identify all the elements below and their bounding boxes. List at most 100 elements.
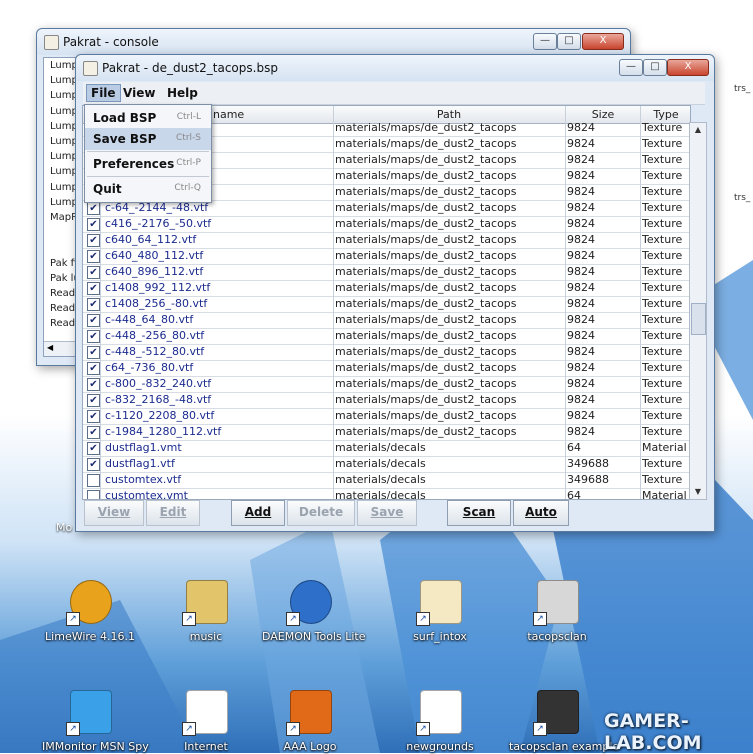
main-titlebar[interactable]: Pakrat - de_dust2_tacops.bsp — □ X: [76, 55, 714, 81]
cell-path: materials/maps/de_dust2_tacops: [335, 121, 517, 134]
checked-checkbox[interactable]: ✔: [87, 282, 100, 295]
menu-help[interactable]: Help: [163, 85, 202, 101]
desktop-icon-label: surf_intox: [413, 630, 467, 643]
cell-size: 9824: [567, 217, 595, 230]
table-row[interactable]: customtex.vtf materials/decals 349688 Textu…: [83, 472, 690, 489]
table-vertical-scrollbar[interactable]: ▲ ▼: [689, 122, 707, 500]
shortcut-arrow-icon: ↗: [533, 612, 547, 626]
view-button[interactable]: View: [84, 500, 144, 526]
cell-path: materials/maps/de_dust2_tacops: [335, 137, 517, 150]
checked-checkbox[interactable]: ✔: [87, 442, 100, 455]
table-row[interactable]: ✔ c640_896_112.vtf materials/maps/de_dust2…: [83, 264, 690, 281]
close-button[interactable]: X: [582, 33, 624, 50]
checked-checkbox[interactable]: ✔: [87, 218, 100, 231]
cell-size: 9824: [567, 361, 595, 374]
scroll-left-icon[interactable]: ◀: [47, 343, 53, 352]
cell-name: customtex.vtf: [105, 473, 182, 486]
desktop-icon[interactable]: ↗ newgrounds: [392, 688, 488, 753]
java-icon: [83, 61, 98, 76]
delete-button[interactable]: Delete: [287, 500, 355, 526]
desktop-icon[interactable]: ↗ LimeWire 4.16.1: [42, 578, 138, 643]
maximize-button[interactable]: □: [557, 33, 581, 50]
cell-type: Texture: [642, 425, 683, 438]
desktop-icon-label: tacopsclan example: [509, 740, 620, 753]
edit-button[interactable]: Edit: [146, 500, 200, 526]
console-line: Lump: [50, 90, 78, 102]
menu-item-load-bsp[interactable]: Load BSP Ctrl-L: [85, 107, 211, 129]
table-row[interactable]: ✔ c640_64_112.vtf materials/maps/de_dust2_…: [83, 232, 690, 249]
desktop-icon[interactable]: ↗ music: [158, 578, 254, 643]
checked-checkbox[interactable]: ✔: [87, 362, 100, 375]
unchecked-checkbox[interactable]: [87, 490, 100, 499]
daemon-tools-icon: ↗: [286, 578, 334, 626]
table-row[interactable]: ✔ c-448_64_80.vtf materials/maps/de_dust2_…: [83, 312, 690, 329]
menu-item-quit[interactable]: Quit Ctrl-Q: [85, 178, 211, 200]
checked-checkbox[interactable]: ✔: [87, 298, 100, 311]
cell-path: materials/maps/de_dust2_tacops: [335, 361, 517, 374]
main-title: Pakrat - de_dust2_tacops.bsp: [102, 61, 278, 75]
console-titlebar[interactable]: Pakrat - console — □ X: [37, 29, 630, 55]
table-row[interactable]: ✔ c-832_2168_-48.vtf materials/maps/de_dus…: [83, 392, 690, 409]
table-row[interactable]: ✔ c-1120_2208_80.vtf materials/maps/de_dus…: [83, 408, 690, 425]
table-row[interactable]: ✔ c-1984_1280_112.vtf materials/maps/de_du…: [83, 424, 690, 441]
checked-checkbox[interactable]: ✔: [87, 266, 100, 279]
table-row[interactable]: ✔ c-800_-832_240.vtf materials/maps/de_dus…: [83, 376, 690, 393]
checked-checkbox[interactable]: ✔: [87, 330, 100, 343]
checked-checkbox[interactable]: ✔: [87, 426, 100, 439]
desktop-icon[interactable]: ↗ AAA Logo: [262, 688, 358, 753]
checked-checkbox[interactable]: ✔: [87, 458, 100, 471]
minimize-button[interactable]: —: [619, 59, 643, 76]
checked-checkbox[interactable]: ✔: [87, 394, 100, 407]
checked-checkbox[interactable]: ✔: [87, 202, 100, 215]
desktop-icon[interactable]: ↗ tacopsclan: [509, 578, 605, 643]
table-row[interactable]: ✔ c1408_256_-80.vtf materials/maps/de_dust…: [83, 296, 690, 313]
cell-size: 9824: [567, 169, 595, 182]
minimize-button[interactable]: —: [533, 33, 557, 50]
table-row[interactable]: ✔ c64_-736_80.vtf materials/maps/de_dust2_…: [83, 360, 690, 377]
desktop-icon[interactable]: ↗ tacopsclan example: [509, 688, 620, 753]
table-row[interactable]: ✔ c640_480_112.vtf materials/maps/de_dust2…: [83, 248, 690, 265]
unchecked-checkbox[interactable]: [87, 474, 100, 487]
checked-checkbox[interactable]: ✔: [87, 250, 100, 263]
cell-type: Texture: [642, 265, 683, 278]
scroll-down-icon[interactable]: ▼: [690, 485, 706, 499]
save-button[interactable]: Save: [357, 500, 417, 526]
auto-button[interactable]: Auto: [513, 500, 569, 526]
cell-size: 9824: [567, 233, 595, 246]
cell-name: customtex.vmt: [105, 489, 188, 500]
shortcut-arrow-icon: ↗: [416, 612, 430, 626]
checked-checkbox[interactable]: ✔: [87, 410, 100, 423]
scroll-up-icon[interactable]: ▲: [690, 123, 706, 137]
maximize-button[interactable]: □: [643, 59, 667, 76]
menu-item-save-bsp[interactable]: Save BSP Ctrl-S: [85, 128, 211, 150]
scan-button[interactable]: Scan: [447, 500, 511, 526]
console-title: Pakrat - console: [63, 35, 159, 49]
cell-path: materials/maps/de_dust2_tacops: [335, 265, 517, 278]
table-row[interactable]: ✔ c1408_992_112.vtf materials/maps/de_dust…: [83, 280, 690, 297]
cell-path: materials/maps/de_dust2_tacops: [335, 409, 517, 422]
internet-shortcut-icon: ↗: [182, 688, 230, 736]
cell-name: c64_-736_80.vtf: [105, 361, 194, 374]
table-row[interactable]: ✔ c-448_-512_80.vtf materials/maps/de_dust…: [83, 344, 690, 361]
checked-checkbox[interactable]: ✔: [87, 346, 100, 359]
cell-name: c-448_64_80.vtf: [105, 313, 194, 326]
menu-file[interactable]: File: [86, 84, 121, 102]
checked-checkbox[interactable]: ✔: [87, 234, 100, 247]
checked-checkbox[interactable]: ✔: [87, 378, 100, 391]
desktop-icon[interactable]: ↗ surf_intox: [392, 578, 488, 643]
menu-item-preferences[interactable]: Preferences Ctrl-P: [85, 153, 211, 175]
checked-checkbox[interactable]: ✔: [87, 314, 100, 327]
scroll-thumb[interactable]: [691, 303, 706, 335]
desktop-icon[interactable]: ↗ Internet: [158, 688, 254, 753]
menu-view[interactable]: View: [119, 85, 159, 101]
add-button[interactable]: Add: [231, 500, 285, 526]
table-row[interactable]: customtex.vmt materials/decals 64 Material: [83, 488, 690, 500]
table-row[interactable]: ✔ dustflag1.vtf materials/decals 349688 Text…: [83, 456, 690, 473]
close-button[interactable]: X: [667, 59, 709, 76]
limewire-icon: ↗: [66, 578, 114, 626]
table-row[interactable]: ✔ c-448_-256_80.vtf materials/maps/de_dust…: [83, 328, 690, 345]
desktop-icon[interactable]: ↗ DAEMON Tools Lite: [262, 578, 366, 643]
table-row[interactable]: ✔ dustflag1.vmt materials/decals 64 Material: [83, 440, 690, 457]
desktop-icon[interactable]: ↗ IMMonitor MSN Spy: [42, 688, 149, 753]
table-row[interactable]: ✔ c416_-2176_-50.vtf materials/maps/de_dus…: [83, 216, 690, 233]
